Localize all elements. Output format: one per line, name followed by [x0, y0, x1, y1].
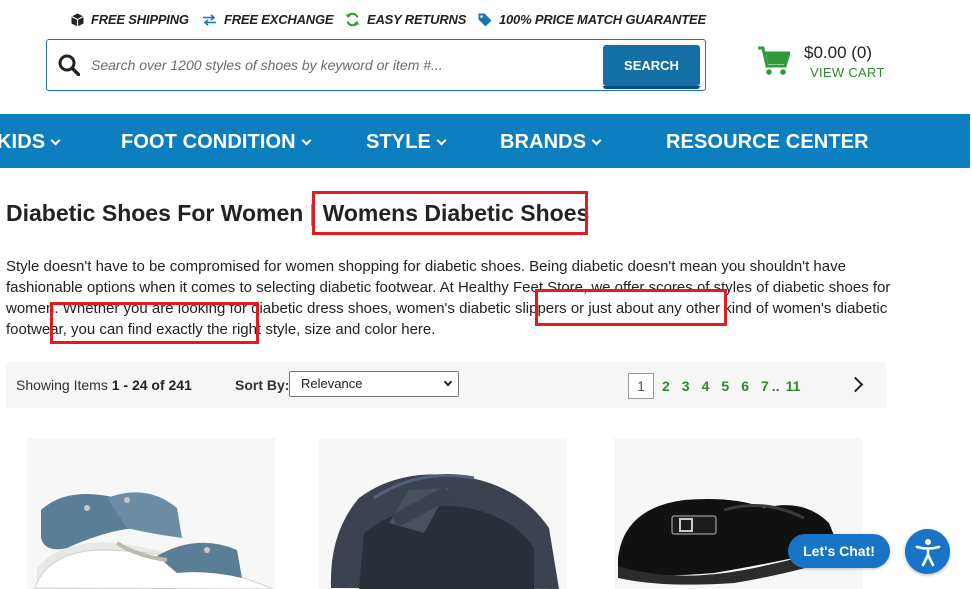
perk-easy-returns: EASY RETURNS: [345, 12, 466, 27]
perk-label: 100% PRICE MATCH GUARANTEE: [499, 12, 706, 27]
page-link[interactable]: 4: [702, 378, 710, 394]
product-image-mary-jane[interactable]: [319, 438, 567, 589]
nav-item-label: KIDS: [0, 131, 46, 153]
sort-by-select[interactable]: Relevance: [289, 371, 459, 397]
view-cart-link[interactable]: VIEW CART: [810, 65, 885, 80]
nav-item-resource-center[interactable]: RESOURCE CENTER: [666, 131, 869, 154]
showing-range: 1 - 24 of 241: [111, 377, 192, 393]
perk-free-exchange: FREE EXCHANGE: [202, 12, 334, 27]
page-link[interactable]: 5: [721, 378, 729, 394]
perk-free-shipping: FREE SHIPPING: [71, 12, 189, 27]
page-link[interactable]: 7: [761, 378, 769, 394]
perk-label: FREE EXCHANGE: [224, 12, 334, 27]
search-button[interactable]: SEARCH: [603, 45, 700, 89]
nav-item-brands[interactable]: BRANDS: [500, 131, 602, 154]
search-bar: SEARCH: [46, 39, 706, 91]
highlight-box-title: [312, 191, 588, 235]
chevron-down-icon: [436, 135, 447, 145]
chevron-down-icon: [301, 135, 312, 145]
page-link[interactable]: 11: [786, 378, 801, 394]
nav-item-label: BRANDS: [500, 131, 587, 153]
cart-total[interactable]: $0.00 (0): [804, 43, 872, 63]
chevron-down-icon: [591, 135, 602, 145]
pagination: 1 2 3 4 5 6 7 .. 11: [628, 373, 812, 399]
page-link[interactable]: 2: [662, 378, 670, 394]
highlight-box-footwear: [50, 302, 259, 344]
perks-bar: FREE SHIPPING FREE EXCHANGE EASY RETURNS…: [0, 0, 972, 40]
sort-selected-value: Relevance: [301, 376, 363, 391]
product-card-mary-jane[interactable]: [319, 438, 567, 589]
accessibility-icon: [915, 538, 940, 566]
sort-by-label: Sort By:: [235, 377, 290, 393]
lets-chat-button[interactable]: Let's Chat!: [788, 534, 890, 568]
highlight-box-slippers: [535, 289, 727, 326]
accessibility-button[interactable]: [905, 529, 950, 574]
page-link-current[interactable]: 1: [628, 373, 654, 399]
shopping-cart-icon[interactable]: [758, 46, 790, 76]
showing-items-text: Showing Items 1 - 24 of 241: [16, 377, 192, 393]
exchange-arrows-icon: [203, 13, 216, 26]
product-image-sandal[interactable]: [27, 438, 275, 589]
search-icon[interactable]: [58, 54, 80, 76]
next-page-arrow-icon[interactable]: [847, 376, 864, 393]
nav-item-foot-condition[interactable]: FOOT CONDITION: [121, 131, 312, 154]
results-toolbar: Showing Items 1 - 24 of 241 Sort By: Rel…: [6, 362, 886, 408]
product-card-sandal[interactable]: [27, 438, 275, 589]
perk-price-match: 100% PRICE MATCH GUARANTEE: [478, 12, 706, 27]
nav-item-label: STYLE: [366, 131, 431, 153]
showing-prefix: Showing Items: [16, 377, 112, 393]
nav-item-label: FOOT CONDITION: [121, 131, 296, 153]
search-input[interactable]: [91, 52, 591, 78]
perk-label: FREE SHIPPING: [91, 12, 189, 27]
chevron-down-icon: [443, 377, 453, 387]
pagination-ellipsis: ..: [771, 378, 780, 394]
nav-item-label: RESOURCE CENTER: [666, 131, 869, 153]
page-link[interactable]: 6: [741, 378, 749, 394]
main-navigation: KIDS FOOT CONDITION STYLE BRANDS RESOURC…: [0, 114, 970, 168]
page-title-main: Diabetic Shoes For Women |: [6, 200, 317, 226]
price-tag-icon: [478, 13, 492, 26]
perk-label: EASY RETURNS: [367, 12, 467, 27]
refresh-icon: [345, 12, 360, 27]
box-icon: [71, 13, 84, 26]
page-link[interactable]: 3: [682, 378, 690, 394]
chevron-down-icon: [50, 135, 61, 145]
nav-item-style[interactable]: STYLE: [366, 131, 447, 154]
nav-item-kids[interactable]: KIDS: [0, 131, 61, 154]
